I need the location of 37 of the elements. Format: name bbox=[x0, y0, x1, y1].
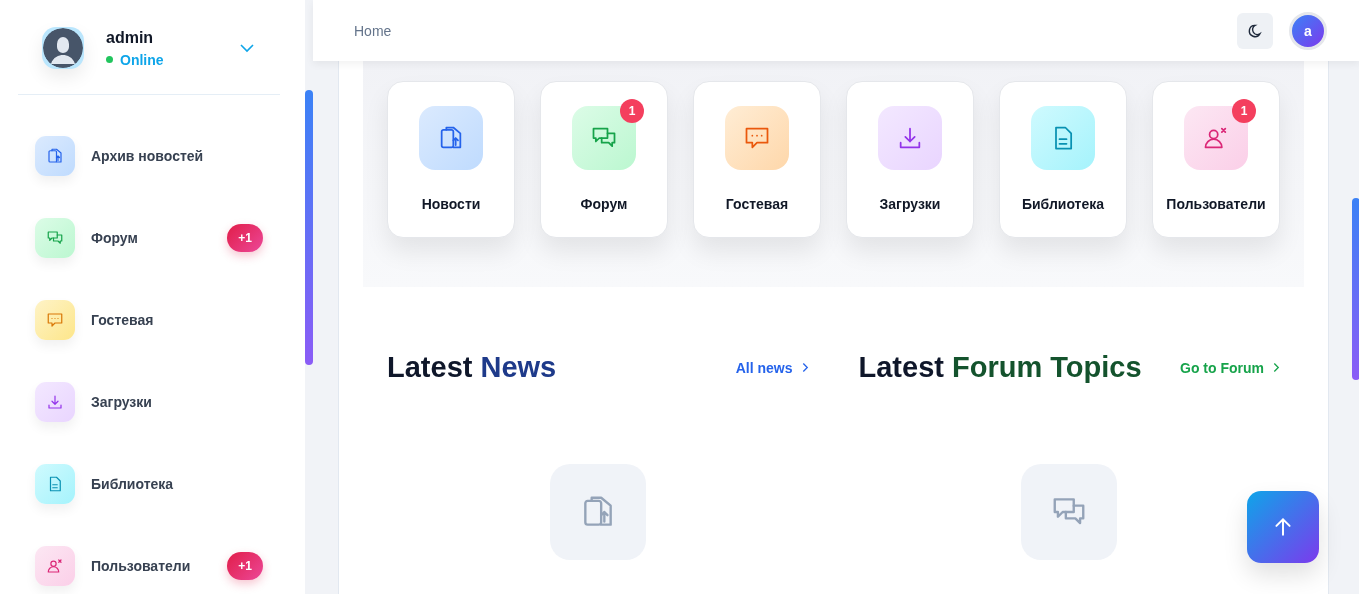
section-heading: Latest Forum Topics bbox=[858, 351, 1142, 384]
section-link[interactable]: All news bbox=[735, 359, 809, 376]
shortcut-tile[interactable]: Новости bbox=[387, 81, 515, 238]
chevron-right-icon bbox=[801, 362, 809, 373]
chevron-right-icon bbox=[1273, 362, 1280, 373]
document-arrow-icon bbox=[46, 147, 64, 165]
shortcut-tile[interactable]: 1 Форум bbox=[540, 81, 668, 238]
user-name: admin bbox=[106, 28, 155, 47]
sidebar-item[interactable]: Архив новостей bbox=[35, 136, 263, 176]
sidebar-item[interactable]: Форум +1 bbox=[35, 218, 263, 258]
sidebar-item[interactable]: Библиотека bbox=[35, 464, 263, 504]
user-status: Online bbox=[120, 51, 164, 68]
count-badge: 1 bbox=[1232, 99, 1256, 123]
count-badge: 1 bbox=[620, 99, 644, 123]
scrollbar-thumb[interactable] bbox=[305, 90, 313, 365]
download-icon bbox=[46, 393, 64, 411]
chat-bubbles-icon bbox=[46, 229, 64, 247]
user-avatar[interactable] bbox=[42, 27, 84, 69]
sidebar-item[interactable]: Гостевая bbox=[35, 300, 263, 340]
shortcut-tile[interactable]: 1 Пользователи bbox=[1152, 81, 1280, 238]
count-badge: +1 bbox=[227, 552, 263, 580]
scroll-to-top-button[interactable] bbox=[1247, 491, 1319, 563]
page-scrollbar-thumb[interactable] bbox=[1352, 198, 1359, 380]
breadcrumb[interactable]: Home bbox=[354, 22, 392, 39]
chevron-down-icon[interactable] bbox=[239, 43, 255, 53]
section-heading: Latest News bbox=[387, 351, 557, 384]
shortcut-tile[interactable]: Библиотека bbox=[999, 81, 1127, 238]
sidebar-item[interactable]: Загрузки bbox=[35, 382, 263, 422]
shortcut-tile[interactable]: Гостевая bbox=[693, 81, 821, 238]
sidebar-item[interactable]: Пользователи +1 bbox=[35, 546, 263, 586]
user-icon bbox=[46, 557, 64, 575]
message-icon bbox=[46, 311, 64, 329]
user-avatar-button[interactable]: a bbox=[1289, 11, 1327, 50]
moon-icon bbox=[1247, 22, 1263, 39]
count-badge: +1 bbox=[227, 224, 263, 252]
shortcut-tile[interactable]: Загрузки bbox=[846, 81, 974, 238]
theme-button[interactable] bbox=[1237, 12, 1273, 49]
